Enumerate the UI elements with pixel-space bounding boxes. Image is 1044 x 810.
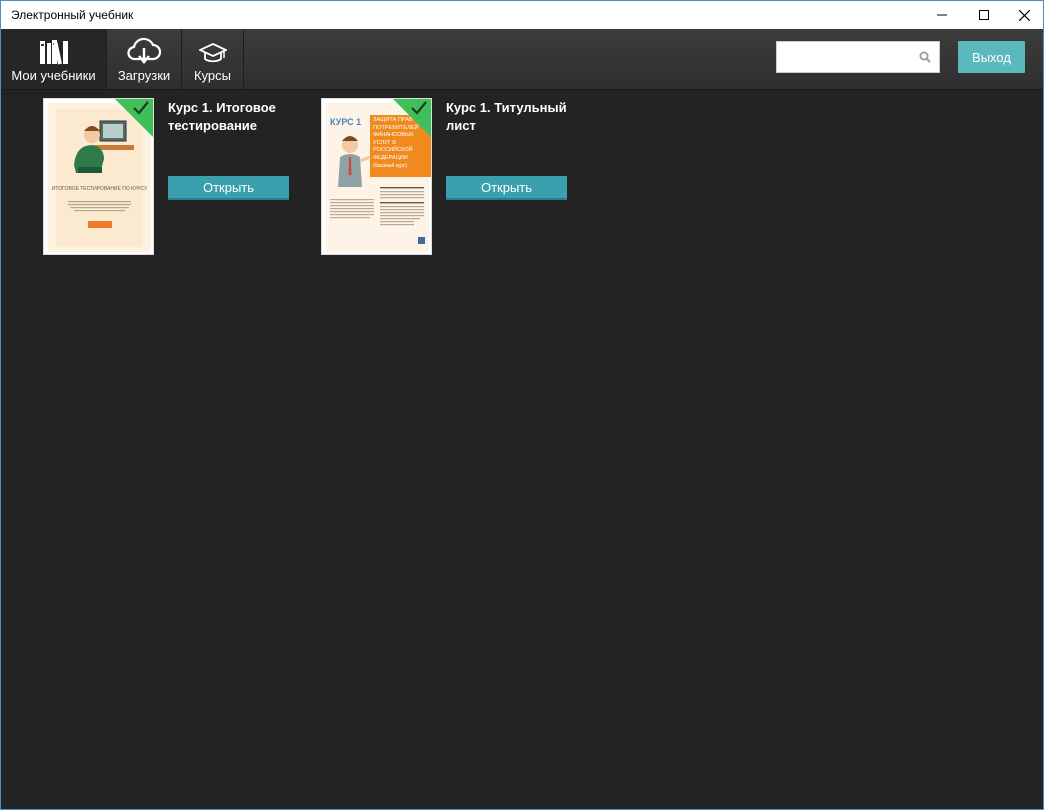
toolbar: Мои учебники Загрузки Курсы Выход [1,29,1043,90]
search-icon[interactable] [919,51,931,63]
search-box [776,41,940,73]
title-bar: Электронный учебник [1,1,1043,29]
close-icon [1018,9,1030,21]
book-cover[interactable]: КУРС 1 ЗАЩИТА ПРАВ ПОТРЕБИТЕЛЕЙ ФИНАНСОВ… [321,98,432,255]
open-button[interactable]: Открыть [446,176,567,200]
nav-courses[interactable]: Курсы [182,29,244,89]
nav-downloads[interactable]: Загрузки [107,29,182,89]
maximize-icon [979,10,989,20]
open-button[interactable]: Открыть [168,176,289,200]
close-button[interactable] [1001,1,1043,29]
nav-label-downloads: Загрузки [117,68,171,83]
book-title: Курс 1. Итоговое тестирование [168,100,276,133]
cover-heading: ИТОГОВОЕ ТЕСТИРОВАНИЕ ПО КУРСУ [51,186,148,192]
graduation-cap-icon [198,43,227,63]
book-cover[interactable]: ИТОГОВОЕ ТЕСТИРОВАНИЕ ПО КУРСУ [43,98,154,255]
nav-label-my-textbooks: Мои учебники [11,68,96,83]
exit-button[interactable]: Выход [958,41,1025,73]
minimize-button[interactable] [919,1,965,29]
books-icon [39,40,68,65]
app-window: Электронный учебник Мои учебники Загрузк… [0,0,1044,810]
nav-label-courses: Курсы [193,68,231,83]
nav-my-textbooks[interactable]: Мои учебники [1,29,107,89]
book-title: Курс 1. Титульный лист [446,100,567,133]
window-title: Электронный учебник [11,8,134,22]
search-input[interactable] [783,43,921,73]
checkmark-icon [133,101,149,115]
checkmark-icon [411,101,427,115]
minimize-icon [937,14,947,16]
cloud-download-icon [127,37,162,64]
